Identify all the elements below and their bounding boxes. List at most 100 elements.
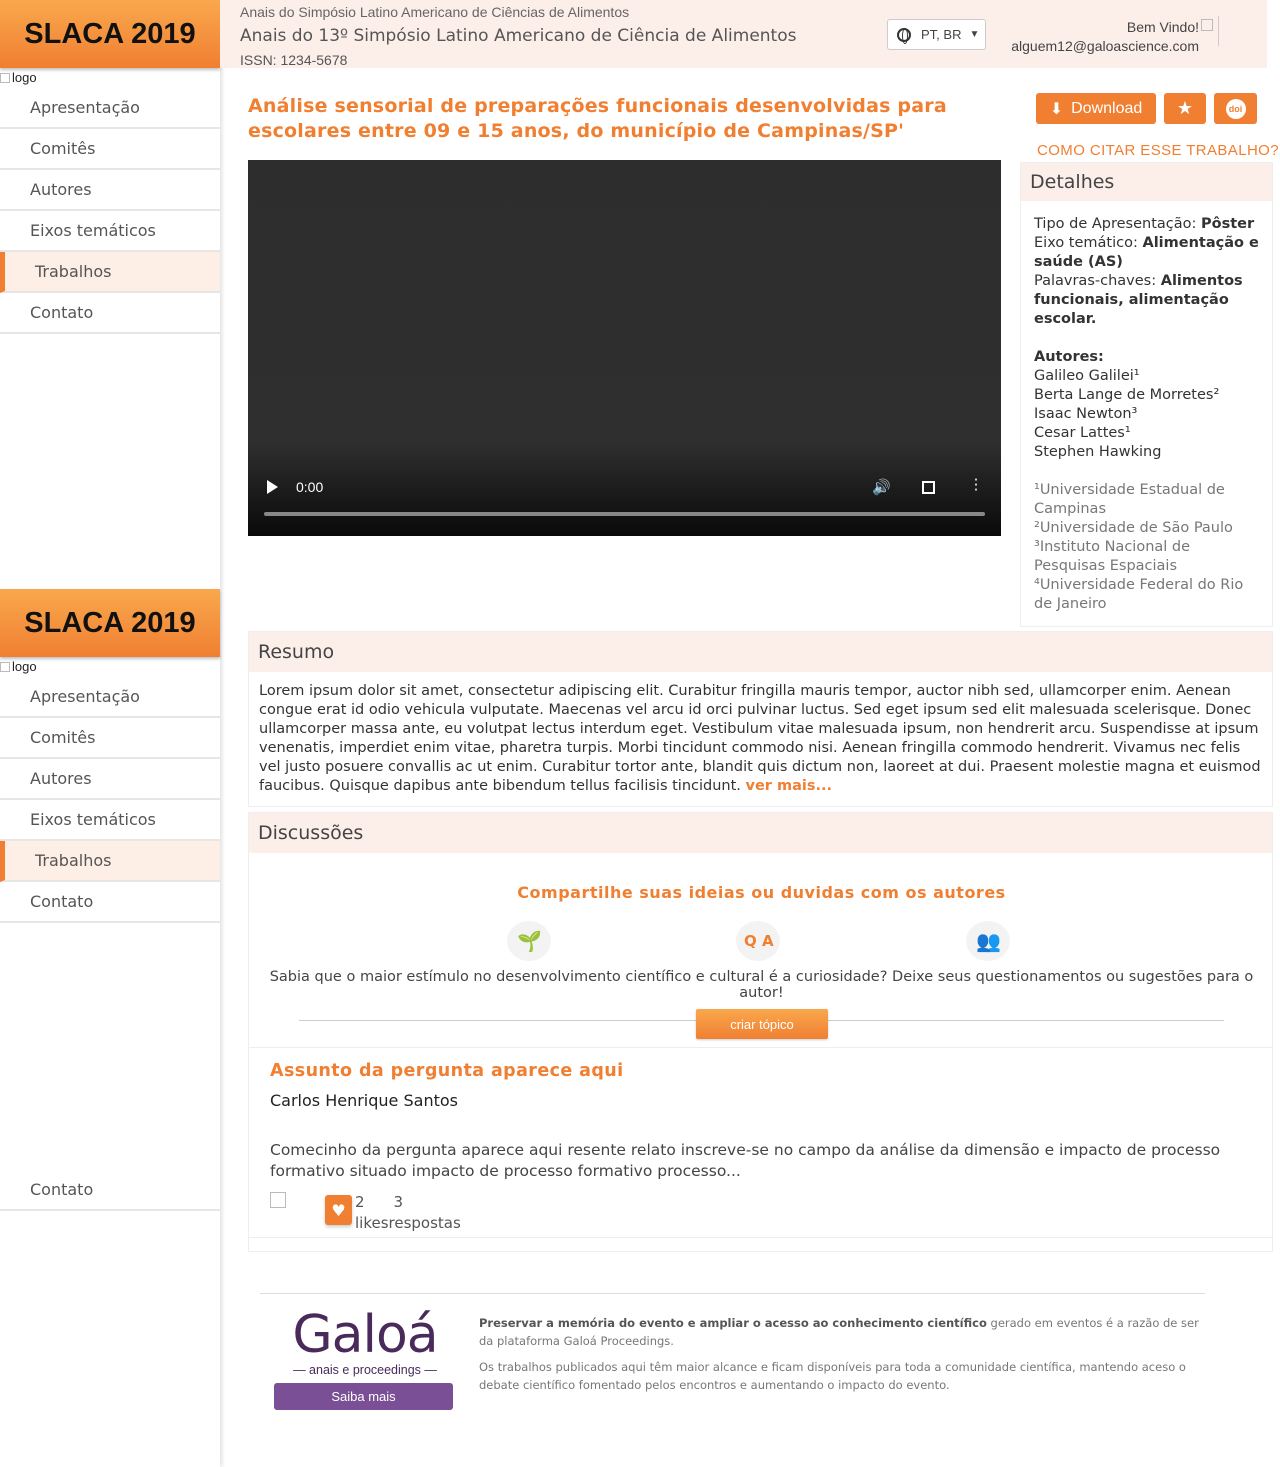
video-progress-bar[interactable] bbox=[264, 512, 985, 516]
top-header: Anais do Simpósio Latino Americano de Ci… bbox=[220, 0, 1267, 68]
detail-tipo-value: Pôster bbox=[1201, 216, 1255, 232]
sidebar-item-eixos[interactable]: Eixos temáticos bbox=[0, 800, 220, 841]
footer-p1-bold: Preservar a memória do evento e ampliar … bbox=[479, 1316, 987, 1330]
footer-text: Preservar a memória do evento e ampliar … bbox=[479, 1314, 1199, 1402]
affiliation-item: ⁴Universidade Federal do Rio de Janeiro bbox=[1034, 577, 1244, 612]
sidebar-block-bottom: Contato bbox=[0, 1170, 220, 1211]
replies-stat: 3 respostas bbox=[389, 1192, 461, 1234]
broken-image-icon bbox=[1201, 19, 1213, 31]
galoa-tagline: — anais e proceedings — bbox=[293, 1363, 437, 1377]
user-email: alguem12@galoascience.com bbox=[1011, 38, 1199, 54]
likes-label: likes bbox=[355, 1214, 389, 1232]
cite-link[interactable]: COMO CITAR ESSE TRABALHO? bbox=[1037, 142, 1279, 159]
discussoes-section: Discussões Compartilhe suas ideias ou du… bbox=[248, 812, 1273, 1252]
doi-icon: doi bbox=[1225, 98, 1246, 119]
language-select[interactable]: PT, BR ▼ bbox=[887, 19, 986, 50]
like-button[interactable]: ♥ bbox=[325, 1195, 352, 1225]
affiliation-item: ³Instituto Nacional de Pesquisas Espacia… bbox=[1034, 539, 1191, 574]
detail-tipo: Tipo de Apresentação: Pôster bbox=[1034, 215, 1259, 234]
logo-image[interactable]: logo bbox=[0, 657, 220, 677]
sidebar-item-trabalhos[interactable]: Trabalhos bbox=[0, 841, 220, 882]
author-item: Stephen Hawking bbox=[1034, 444, 1162, 460]
question-title[interactable]: Assunto da pergunta aparece aqui bbox=[270, 1061, 624, 1081]
saiba-mais-button[interactable]: Saiba mais bbox=[274, 1383, 453, 1410]
download-label: Download bbox=[1071, 99, 1143, 117]
footer-divider bbox=[260, 1293, 1205, 1294]
resumo-section: Resumo Lorem ipsum dolor sit amet, conse… bbox=[248, 631, 1273, 807]
brand-banner[interactable]: SLACA 2019 bbox=[0, 0, 220, 68]
divider bbox=[249, 1237, 1272, 1238]
galoa-logo[interactable]: Galoá — anais e proceedings — bbox=[280, 1307, 450, 1377]
author-item: Berta Lange de Morretes² bbox=[1034, 387, 1220, 403]
logo-image[interactable]: logo bbox=[0, 68, 220, 88]
sidebar-item-comites[interactable]: Comitês bbox=[0, 718, 220, 759]
user-avatar[interactable] bbox=[1201, 16, 1219, 46]
sidebar-item-comites[interactable]: Comitês bbox=[0, 129, 220, 170]
more-options-icon[interactable]: · · · bbox=[973, 473, 979, 498]
affiliation-item: ¹Universidade Estadual de Campinas bbox=[1034, 482, 1225, 517]
doi-button[interactable]: doi bbox=[1214, 93, 1257, 124]
question-answer-icon: Q A bbox=[736, 921, 780, 961]
discussoes-cta: Compartilhe suas ideias ou duvidas com o… bbox=[517, 883, 1006, 902]
sidebar-item-autores[interactable]: Autores bbox=[0, 170, 220, 211]
logo-alt-text: logo bbox=[12, 70, 37, 85]
likes-count: 2 bbox=[355, 1193, 365, 1211]
sidebar-item-contato[interactable]: Contato bbox=[0, 1170, 220, 1211]
caret-down-icon: ▼ bbox=[969, 29, 980, 40]
play-icon[interactable] bbox=[267, 480, 278, 494]
detail-tipo-label: Tipo de Apresentação: bbox=[1034, 216, 1197, 232]
question-avatar bbox=[270, 1192, 286, 1208]
sidebar-item-contato[interactable]: Contato bbox=[0, 882, 220, 923]
video-player[interactable]: 0:00 🔊 · · · bbox=[248, 160, 1001, 536]
question-author: Carlos Henrique Santos bbox=[270, 1091, 458, 1110]
details-panel: Detalhes Tipo de Apresentação: Pôster Ei… bbox=[1020, 162, 1273, 627]
volume-icon[interactable]: 🔊 bbox=[872, 478, 891, 496]
header-subtitle: Anais do Simpósio Latino Americano de Ci… bbox=[240, 4, 630, 20]
sidebar-item-autores[interactable]: Autores bbox=[0, 759, 220, 800]
header-title: Anais do 13º Simpósio Latino Americano d… bbox=[240, 26, 797, 46]
details-heading: Detalhes bbox=[1021, 163, 1272, 201]
sidebar-block-top: SLACA 2019 logo Apresentação Comitês Aut… bbox=[0, 0, 220, 334]
header-issn: ISSN: 1234-5678 bbox=[240, 52, 348, 68]
fullscreen-icon[interactable] bbox=[922, 481, 935, 494]
resumo-heading: Resumo bbox=[249, 632, 1272, 672]
heart-icon: ♥ bbox=[331, 1200, 346, 1220]
idea-plant-icon: 🌱 bbox=[507, 921, 551, 961]
sidebar-item-contato[interactable]: Contato bbox=[0, 293, 220, 334]
galoa-wordmark: Galoá bbox=[292, 1305, 438, 1365]
question-body: Comecinho da pergunta aparece aqui resen… bbox=[270, 1141, 1221, 1180]
ver-mais-link[interactable]: ver mais... bbox=[746, 778, 833, 794]
broken-image-icon bbox=[0, 662, 10, 672]
globe-icon bbox=[897, 27, 911, 44]
discussoes-text: Sabia que o maior estímulo no desenvolvi… bbox=[269, 969, 1254, 1001]
author-item: Galileo Galilei¹ bbox=[1034, 368, 1140, 384]
detail-palavras: Palavras-chaves: Alimentos funcionais, a… bbox=[1034, 272, 1259, 329]
sidebar-item-apresentacao[interactable]: Apresentação bbox=[0, 88, 220, 129]
download-icon: ⬇ bbox=[1049, 100, 1064, 118]
detail-eixo-label: Eixo temático: bbox=[1034, 235, 1138, 251]
details-body: Tipo de Apresentação: Pôster Eixo temáti… bbox=[1021, 201, 1272, 614]
brand-banner[interactable]: SLACA 2019 bbox=[0, 589, 220, 657]
paper-title: Análise sensorial de preparações funcion… bbox=[248, 95, 947, 142]
footer-paragraph-2: Os trabalhos publicados aqui têm maior a… bbox=[479, 1360, 1186, 1392]
sidebar-item-apresentacao[interactable]: Apresentação bbox=[0, 677, 220, 718]
favorite-button[interactable]: ★ bbox=[1164, 93, 1206, 124]
detail-palavras-label: Palavras-chaves: bbox=[1034, 273, 1157, 289]
sidebar-item-eixos[interactable]: Eixos temáticos bbox=[0, 211, 220, 252]
logo-alt-text: logo bbox=[12, 659, 37, 674]
footer-paragraph-1: Preservar a memória do evento e ampliar … bbox=[479, 1314, 1199, 1350]
people-icon: 👥 bbox=[966, 921, 1010, 961]
create-topic-button[interactable]: criar tópico bbox=[696, 1009, 828, 1039]
likes-stat: 2 likes bbox=[355, 1192, 389, 1234]
sidebar-block-sticky: SLACA 2019 logo Apresentação Comitês Aut… bbox=[0, 589, 220, 923]
broken-image-icon bbox=[0, 73, 10, 83]
replies-label: respostas bbox=[388, 1214, 461, 1232]
autores-label-text: Autores: bbox=[1034, 349, 1104, 365]
user-welcome[interactable]: Bem Vindo! alguem12@galoascience.com bbox=[1011, 18, 1199, 56]
detail-eixo: Eixo temático: Alimentação e saúde (AS) bbox=[1034, 234, 1259, 272]
video-time: 0:00 bbox=[296, 479, 324, 495]
welcome-text: Bem Vindo! bbox=[1126, 19, 1199, 35]
sidebar-item-trabalhos[interactable]: Trabalhos bbox=[0, 252, 220, 293]
divider bbox=[249, 1047, 1272, 1048]
download-button[interactable]: ⬇ Download bbox=[1036, 93, 1156, 124]
